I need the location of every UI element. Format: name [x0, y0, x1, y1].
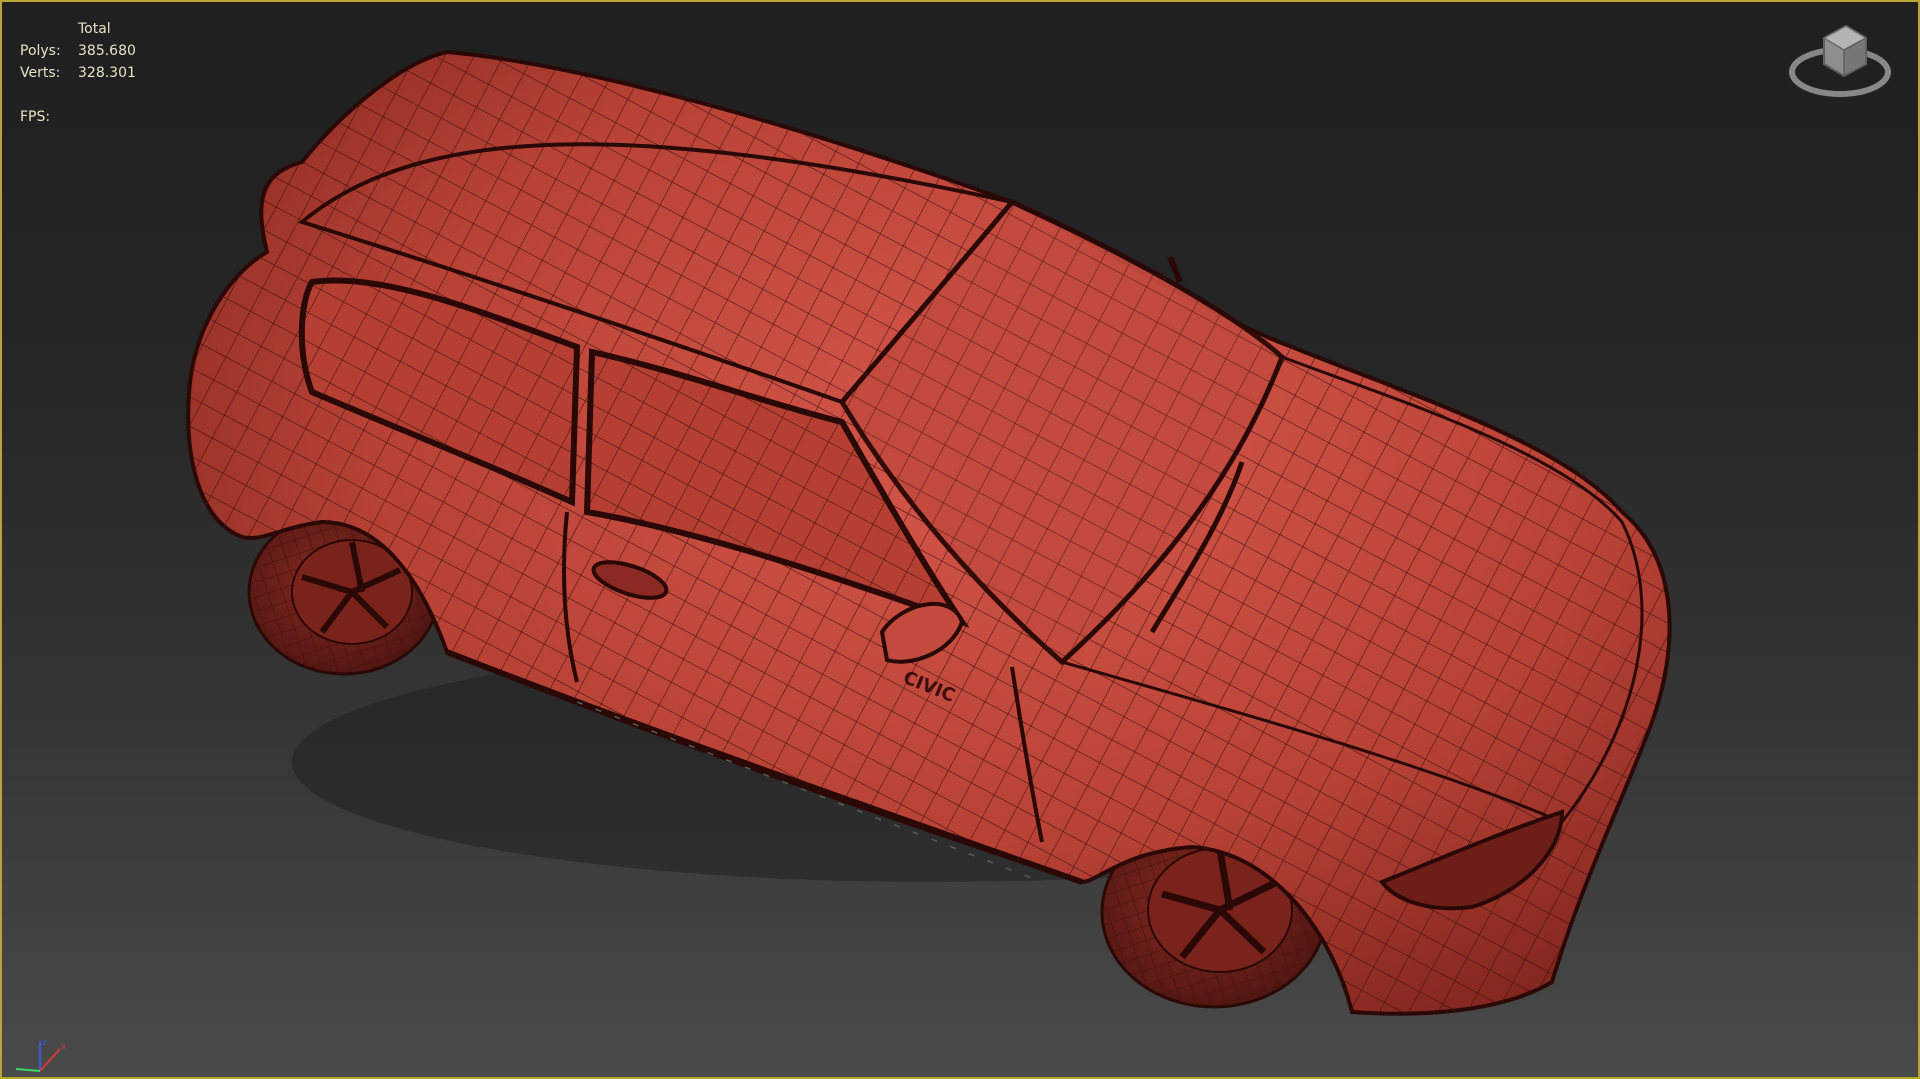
svg-text:z: z	[42, 1038, 47, 1048]
3d-viewport[interactable]: Total Polys: 385.680 Verts: 328.301 FPS:	[0, 0, 1920, 1079]
car-model[interactable]: CIVIC	[2, 2, 1918, 1077]
antenna	[1167, 255, 1183, 284]
viewcube-icon[interactable]	[1780, 10, 1900, 110]
svg-text:x: x	[61, 1042, 67, 1052]
axis-tripod-icon: z x	[15, 1038, 67, 1072]
